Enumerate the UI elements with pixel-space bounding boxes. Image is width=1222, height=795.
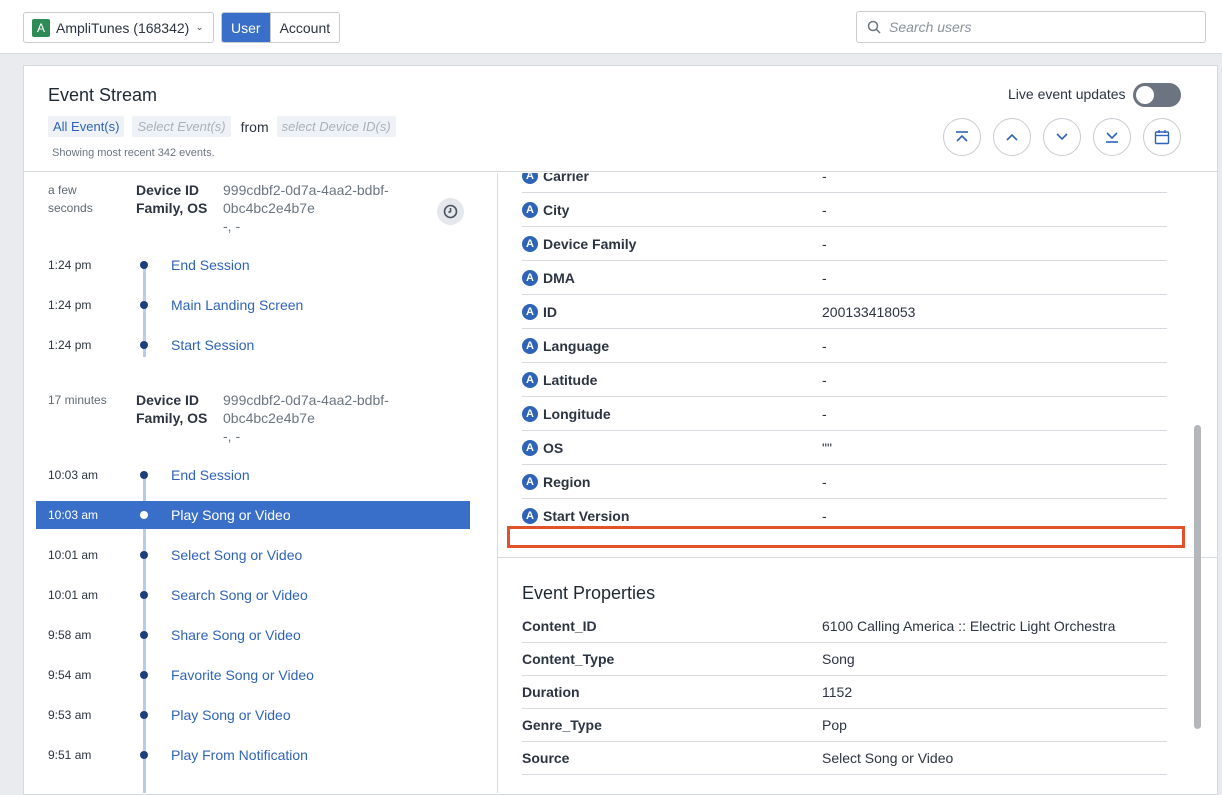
property-icon: A	[522, 405, 538, 422]
session-time-ago: 17 minutes	[48, 393, 107, 407]
event-item[interactable]: 1:24 pm End Session	[36, 251, 470, 279]
clock-icon	[443, 204, 458, 219]
event-link[interactable]: Share Song or Video	[171, 627, 301, 643]
user-property-row: A Longitude -	[522, 397, 1167, 431]
property-icon: A	[522, 173, 538, 184]
scrollbar[interactable]	[1194, 425, 1201, 729]
user-property-row: A Carrier -	[522, 173, 1167, 193]
event-details-panel: A Carrier - A City - A Device Family - A DMA - A…	[498, 173, 1217, 793]
live-updates-toggle[interactable]	[1133, 83, 1181, 107]
select-device-filter[interactable]: select Device ID(s)	[276, 116, 396, 137]
user-property-row: A Latitude -	[522, 363, 1167, 397]
session-time-ago: a few seconds	[48, 183, 93, 215]
device-value: 999cdbf2-0d7a-4aa2-bdbf-0bc4bc2e4b7e -, -	[223, 391, 423, 445]
event-item-selected[interactable]: 10:03 am Play Song or Video	[36, 501, 470, 529]
event-count: Showing most recent 342 events.	[52, 147, 215, 159]
segment-account[interactable]: Account	[269, 13, 340, 42]
event-stream-header: Event Stream All Event(s) Select Event(s…	[24, 66, 1217, 172]
event-property-row: Content_ID 6100 Calling America :: Electr…	[522, 610, 1167, 643]
search-box[interactable]	[856, 11, 1206, 43]
device-label: Device ID Family, OS	[136, 182, 208, 216]
calendar-icon	[1154, 130, 1170, 145]
event-link[interactable]: Favorite Song or Video	[171, 667, 314, 683]
event-item[interactable]: 10:01 am Search Song or Video	[36, 581, 470, 609]
session-clock-button[interactable]	[437, 198, 464, 225]
property-icon: A	[522, 439, 538, 456]
device-id: 999cdbf2-0d7a-4aa2-bdbf-0bc4bc2e4b7e	[223, 182, 389, 216]
live-updates-label: Live event updates	[1008, 86, 1126, 102]
event-item[interactable]: 9:51 am Play From Notification	[36, 741, 470, 769]
from-label: from	[240, 118, 269, 135]
device-label: Device ID Family, OS	[136, 392, 208, 426]
event-link[interactable]: Play Song or Video	[171, 707, 291, 723]
user-property-row: A Device Family -	[522, 227, 1167, 261]
property-icon: A	[522, 303, 538, 320]
user-property-row: A DMA -	[522, 261, 1167, 295]
top-bar: A AmpliTunes (168342) ⌄ User Account	[0, 0, 1222, 54]
event-item[interactable]: 9:53 am Play Song or Video	[36, 701, 470, 729]
event-link[interactable]: Play From Notification	[171, 747, 308, 763]
project-badge: A	[32, 18, 50, 37]
section-divider	[498, 557, 1217, 558]
event-item[interactable]: 1:24 pm Start Session	[36, 331, 470, 359]
event-properties-title: Event Properties	[522, 583, 656, 603]
event-link[interactable]: Start Session	[171, 337, 254, 353]
event-item[interactable]: 9:58 am Share Song or Video	[36, 621, 470, 649]
event-item[interactable]: 1:24 pm Main Landing Screen	[36, 291, 470, 319]
search-icon	[867, 20, 881, 34]
double-chevron-down-icon	[1106, 132, 1118, 143]
device-extra: -, -	[223, 428, 241, 444]
chevron-up-icon	[1006, 133, 1018, 141]
event-link[interactable]: Select Song or Video	[171, 547, 302, 563]
event-stream-card: Event Stream All Event(s) Select Event(s…	[23, 65, 1218, 795]
select-events-filter[interactable]: Select Event(s)	[132, 116, 231, 137]
device-extra: -, -	[223, 218, 241, 234]
scroll-down-button[interactable]	[1043, 118, 1081, 156]
event-property-row: Source Select Song or Video	[522, 742, 1167, 775]
user-account-toggle: User Account	[221, 12, 341, 43]
event-item[interactable]: 9:54 am Favorite Song or Video	[36, 661, 470, 689]
event-timeline: a few seconds Device ID Family, OS 999cd…	[36, 173, 497, 793]
property-icon: A	[522, 508, 538, 524]
search-input[interactable]	[889, 19, 1189, 35]
scroll-to-bottom-button[interactable]	[1093, 118, 1131, 156]
event-property-row: Duration 1152	[522, 676, 1167, 709]
user-property-row: A City -	[522, 193, 1167, 227]
chevron-down-icon: ⌄	[195, 22, 204, 33]
all-events-filter[interactable]: All Event(s)	[48, 116, 125, 137]
event-item[interactable]: 10:03 am End Session	[36, 461, 470, 489]
user-property-row: A Language -	[522, 329, 1167, 363]
highlight-box	[507, 526, 1185, 548]
property-icon: A	[522, 337, 538, 354]
property-icon: A	[522, 269, 538, 286]
double-chevron-up-icon	[956, 131, 968, 142]
event-link[interactable]: Search Song or Video	[171, 587, 308, 603]
scroll-to-top-button[interactable]	[943, 118, 981, 156]
user-property-row: A OS ""	[522, 431, 1167, 465]
event-item[interactable]: 10:01 am Select Song or Video	[36, 541, 470, 569]
property-icon: A	[522, 473, 538, 490]
event-link[interactable]: End Session	[171, 257, 250, 273]
page-title: Event Stream	[48, 85, 158, 105]
property-icon: A	[522, 201, 538, 218]
event-property-row: Content_Type Song	[522, 643, 1167, 676]
user-property-row: A Region -	[522, 465, 1167, 499]
device-value: 999cdbf2-0d7a-4aa2-bdbf-0bc4bc2e4b7e -, -	[223, 181, 423, 235]
event-link[interactable]: Main Landing Screen	[171, 297, 303, 313]
project-selector[interactable]: A AmpliTunes (168342) ⌄	[23, 12, 214, 43]
user-property-row: A ID 200133418053	[522, 295, 1167, 329]
event-property-row: Genre_Type Pop	[522, 709, 1167, 742]
property-icon: A	[522, 235, 538, 252]
scroll-up-button[interactable]	[993, 118, 1031, 156]
property-icon: A	[522, 371, 538, 388]
toggle-knob	[1136, 86, 1154, 104]
event-link[interactable]: End Session	[171, 467, 250, 483]
event-link[interactable]: Play Song or Video	[171, 507, 291, 523]
device-id: 999cdbf2-0d7a-4aa2-bdbf-0bc4bc2e4b7e	[223, 392, 389, 426]
project-name: AmpliTunes (168342)	[56, 19, 190, 36]
event-filters: All Event(s) Select Event(s) from select…	[48, 116, 396, 137]
calendar-button[interactable]	[1143, 118, 1181, 156]
segment-user[interactable]: User	[222, 13, 270, 42]
chevron-down-icon	[1056, 133, 1068, 141]
